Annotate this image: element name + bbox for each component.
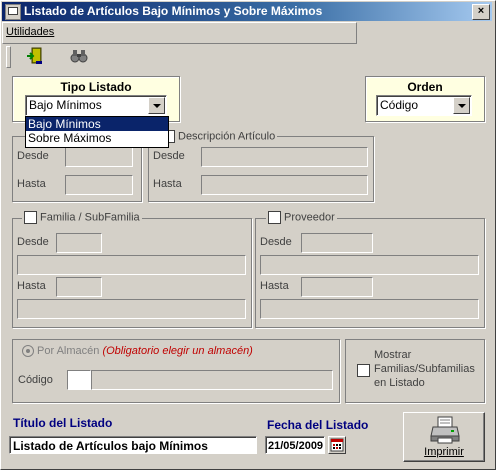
imprimir-label: Imprimir	[424, 446, 464, 458]
app-icon	[5, 4, 21, 20]
titulo-label: Título del Listado	[13, 416, 113, 430]
fecha-input[interactable]: 21/05/2009	[265, 436, 325, 454]
proveedor-desde-code[interactable]	[301, 233, 373, 253]
toolbar	[2, 44, 108, 68]
familia-group-label: Familia / SubFamilia	[22, 211, 142, 224]
descripcion-group-label: Descripción Artículo	[160, 130, 278, 143]
almacen-radio[interactable]	[22, 345, 34, 358]
chevron-down-icon[interactable]	[453, 97, 470, 114]
menu-bar: Utilidades	[2, 22, 357, 44]
orden-select[interactable]: Código	[376, 95, 472, 116]
fecha-label: Fecha del Listado	[267, 418, 369, 432]
imprimir-button[interactable]: Imprimir	[403, 412, 485, 462]
chevron-down-icon[interactable]	[148, 97, 165, 114]
proveedor-desde-label: Desde	[260, 236, 292, 248]
printer-icon	[430, 416, 460, 447]
descripcion-label: Descripción Artículo	[178, 130, 276, 143]
almacen-codigo-label: Código	[18, 374, 53, 386]
menu-utilidades[interactable]: Utilidades	[6, 26, 54, 38]
familia-label: Familia / SubFamilia	[40, 211, 140, 224]
familia-desde-label: Desde	[17, 236, 49, 248]
almacen-desc-field	[91, 370, 333, 390]
tipo-listado-label: Tipo Listado	[60, 80, 132, 94]
codigo-hasta-field[interactable]	[65, 175, 133, 195]
proveedor-hasta-desc	[260, 299, 479, 319]
mostrar-label: Mostrar Familias/Subfamilias en Listado	[374, 349, 475, 389]
codigo-desde-field[interactable]	[65, 147, 133, 167]
descripcion-desde-field[interactable]	[201, 147, 368, 167]
orden-label: Orden	[407, 80, 443, 94]
almacen-group-label: Por Almacén (Obligatorio elegir un almac…	[20, 345, 255, 358]
almacen-codigo-field[interactable]	[67, 370, 91, 390]
binoculars-icon[interactable]	[68, 46, 90, 66]
proveedor-desde-desc	[260, 255, 479, 275]
calendar-icon[interactable]	[328, 436, 346, 454]
codigo-desde-label: Desde	[17, 150, 49, 162]
almacen-label: Por Almacén	[37, 345, 100, 357]
familia-desde-desc	[17, 255, 246, 275]
option-sobre-maximos[interactable]: Sobre Máximos	[26, 131, 168, 145]
descripcion-hasta-label: Hasta	[153, 178, 182, 190]
titulo-input[interactable]: Listado de Artículos bajo Mínimos	[9, 436, 257, 454]
familia-checkbox[interactable]	[24, 211, 37, 224]
descripcion-desde-label: Desde	[153, 150, 185, 162]
option-bajo-minimos[interactable]: Bajo Mínimos	[26, 117, 168, 131]
proveedor-hasta-code[interactable]	[301, 277, 373, 297]
mostrar-checkbox[interactable]	[357, 364, 370, 377]
window-title: Listado de Artículos Bajo Mínimos y Sobr…	[24, 4, 323, 18]
proveedor-group-label: Proveedor	[266, 211, 337, 224]
familia-hasta-code[interactable]	[56, 277, 102, 297]
proveedor-label: Proveedor	[284, 211, 335, 224]
close-button[interactable]: ×	[472, 4, 490, 20]
familia-hasta-label: Hasta	[17, 280, 46, 292]
tipo-listado-value: Bajo Mínimos	[29, 98, 102, 112]
codigo-hasta-label: Hasta	[17, 178, 46, 190]
toolbar-grip[interactable]	[6, 46, 11, 68]
orden-value: Código	[380, 98, 419, 112]
almacen-required-note: (Obligatorio elegir un almacén)	[102, 345, 253, 357]
exit-door-icon[interactable]	[24, 46, 46, 66]
descripcion-hasta-field[interactable]	[201, 175, 368, 195]
familia-hasta-desc	[17, 299, 246, 319]
proveedor-hasta-label: Hasta	[260, 280, 289, 292]
proveedor-checkbox[interactable]	[268, 211, 281, 224]
title-bar: Listado de Artículos Bajo Mínimos y Sobr…	[2, 2, 492, 21]
tipo-listado-select[interactable]: Bajo Mínimos	[25, 95, 167, 116]
familia-desde-code[interactable]	[56, 233, 102, 253]
tipo-listado-dropdown: Bajo Mínimos Sobre Máximos	[25, 116, 169, 148]
